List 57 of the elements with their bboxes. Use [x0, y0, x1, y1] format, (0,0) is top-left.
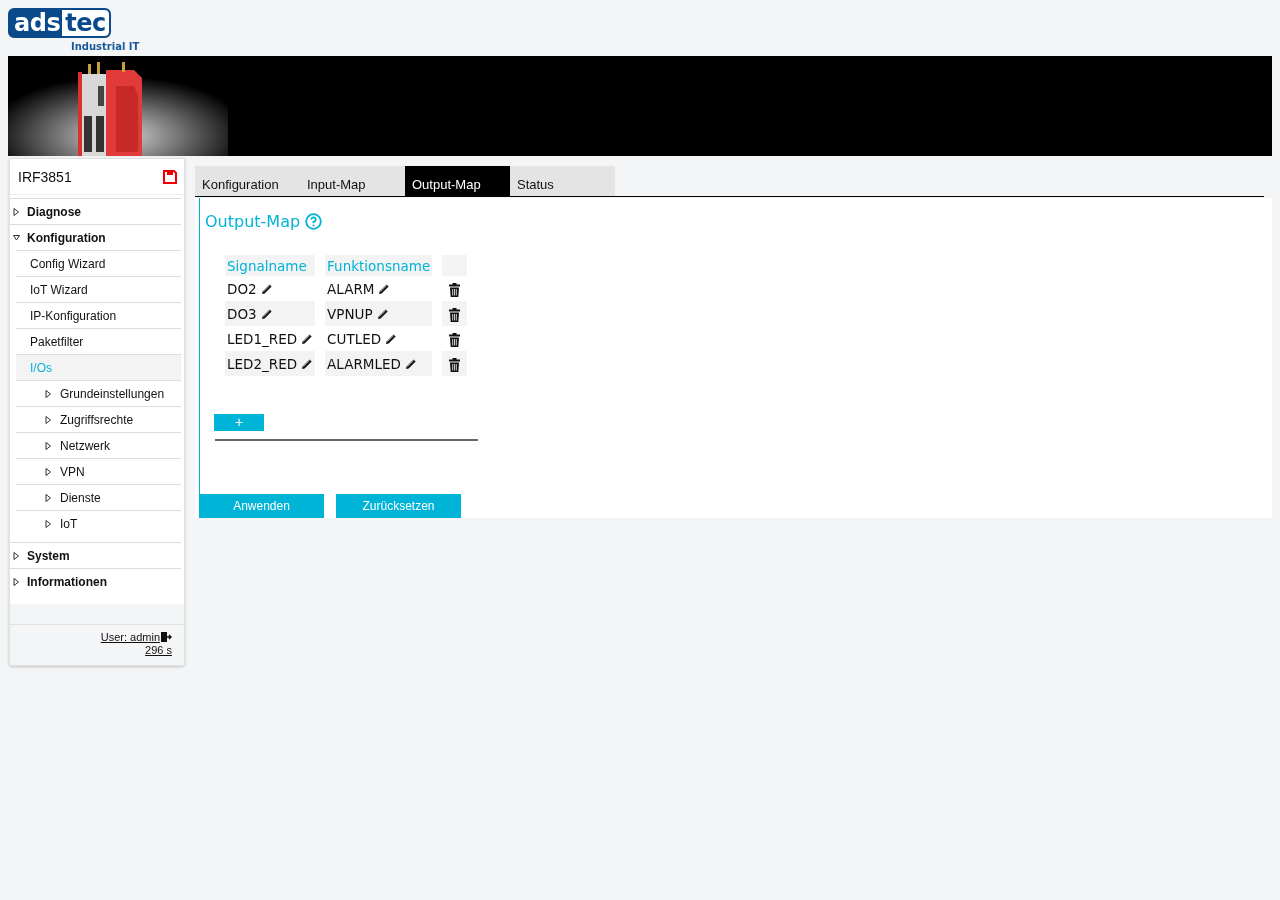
- table-cell: ALARM: [327, 280, 375, 297]
- edit-icon[interactable]: [301, 332, 314, 345]
- device-name: IRF3851: [18, 169, 72, 185]
- menu-item[interactable]: Informationen: [10, 568, 181, 594]
- caret-right-icon[interactable]: [45, 468, 52, 476]
- tab[interactable]: Konfiguration: [195, 166, 300, 196]
- save-icon[interactable]: [163, 170, 177, 184]
- menu-item[interactable]: Diagnose: [10, 198, 181, 224]
- caret-right-icon[interactable]: [45, 520, 52, 528]
- table-cell: DO3: [227, 305, 257, 322]
- caret-right-icon[interactable]: [13, 578, 20, 586]
- edit-icon[interactable]: [260, 307, 273, 320]
- edit-icon[interactable]: [378, 282, 391, 295]
- logout-icon[interactable]: [161, 632, 172, 642]
- caret-down-icon[interactable]: [13, 234, 20, 242]
- edit-icon[interactable]: [404, 357, 417, 370]
- trash-icon[interactable]: [449, 357, 461, 372]
- caret-right-icon[interactable]: [45, 442, 52, 450]
- table-cell: LED2_RED: [227, 355, 298, 372]
- menu-item[interactable]: Config Wizard: [16, 250, 181, 276]
- menu-item[interactable]: Zugriffsrechte: [16, 406, 181, 432]
- menu-item[interactable]: Grundeinstellungen: [16, 380, 181, 406]
- logo: ads tec: [8, 8, 111, 38]
- edit-icon[interactable]: [301, 357, 314, 370]
- caret-right-icon[interactable]: [45, 494, 52, 502]
- table-cell: VPNUP: [327, 305, 373, 322]
- table-cell: CUTLED: [327, 330, 382, 347]
- tab[interactable]: Input-Map: [300, 166, 405, 196]
- menu-item[interactable]: Konfiguration: [10, 224, 181, 250]
- panel-title: Output-Map: [205, 212, 301, 231]
- trash-icon[interactable]: [449, 282, 461, 297]
- caret-right-icon[interactable]: [45, 390, 52, 398]
- edit-icon[interactable]: [376, 307, 389, 320]
- column-header: Signalname: [225, 255, 316, 276]
- caret-right-icon[interactable]: [13, 208, 20, 216]
- table-cell: LED1_RED: [227, 330, 298, 347]
- edit-icon[interactable]: [385, 332, 398, 345]
- menu-item[interactable]: VPN: [16, 458, 181, 484]
- menu-item[interactable]: Netzwerk: [16, 432, 181, 458]
- tab[interactable]: Status: [510, 166, 615, 196]
- column-header: Funktionsname: [325, 255, 433, 276]
- user-link[interactable]: User: admin: [100, 631, 160, 643]
- menu-item[interactable]: IoT: [16, 510, 181, 536]
- edit-icon[interactable]: [260, 282, 273, 295]
- menu-item[interactable]: IP-Konfiguration: [16, 302, 181, 328]
- table-cell: DO2: [227, 280, 257, 297]
- caret-right-icon[interactable]: [13, 552, 20, 560]
- caret-right-icon[interactable]: [45, 416, 52, 424]
- trash-icon[interactable]: [449, 332, 461, 347]
- tab[interactable]: Output-Map: [405, 166, 510, 196]
- table-cell: ALARMLED: [327, 355, 401, 372]
- menu-item[interactable]: Dienste: [16, 484, 181, 510]
- trash-icon[interactable]: [449, 307, 461, 322]
- menu-item[interactable]: System: [10, 542, 181, 568]
- menu-item[interactable]: IoT Wizard: [16, 276, 181, 302]
- logo-tagline: Industrial IT: [71, 41, 140, 52]
- session-timer[interactable]: 296 s: [145, 644, 172, 656]
